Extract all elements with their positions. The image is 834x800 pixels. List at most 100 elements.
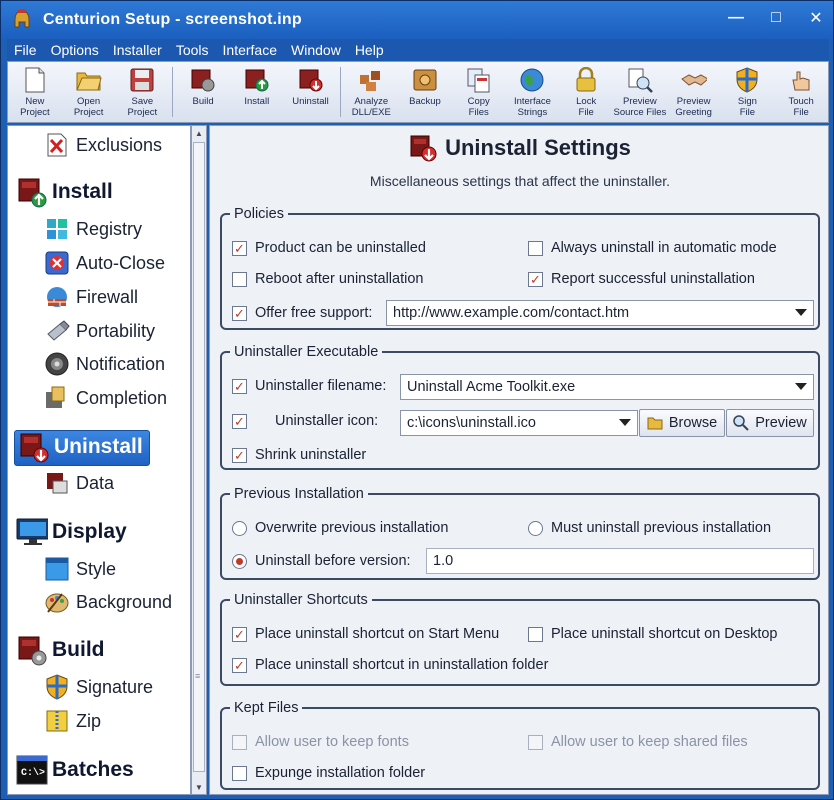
minimize-button[interactable]: — xyxy=(727,9,745,27)
menu-help[interactable]: Help xyxy=(348,42,391,58)
uninstall-before-version-radio[interactable]: Uninstall before version: xyxy=(232,553,411,569)
sidebar-scrollbar[interactable]: ▲ ≡ ▼ xyxy=(191,125,207,795)
preview-source-files-button[interactable]: Preview Source Files xyxy=(613,62,667,122)
overwrite-previous-radio[interactable]: Overwrite previous installation xyxy=(232,520,448,536)
expunge-folder-checkbox[interactable]: Expunge installation folder xyxy=(232,765,425,781)
main-window: Centurion Setup - screenshot.inp — □ ✕ F… xyxy=(0,0,834,800)
preview-greeting-button[interactable]: Preview Greeting xyxy=(667,62,721,122)
maximize-button[interactable]: □ xyxy=(767,9,785,27)
menu-options[interactable]: Options xyxy=(44,42,106,58)
interface-strings-button[interactable]: Interface Strings xyxy=(506,62,560,122)
sidebar-item-data[interactable]: Data xyxy=(44,470,114,496)
scroll-up-arrow-icon[interactable]: ▲ xyxy=(192,126,206,140)
chevron-down-icon[interactable] xyxy=(619,419,631,426)
version-input[interactable]: 1.0 xyxy=(426,548,814,574)
sidebar-item-zip[interactable]: Zip xyxy=(44,708,101,734)
analyze-icon xyxy=(358,66,384,94)
sidebar-item-label: Uninstall xyxy=(54,435,143,458)
uninstaller-icon-checkbox[interactable]: ✓ Uninstaller icon: xyxy=(232,413,378,429)
menu-file[interactable]: File xyxy=(7,42,44,58)
uninstall-icon xyxy=(298,66,324,94)
signature-shield-icon xyxy=(44,674,70,700)
completion-icon xyxy=(44,385,70,411)
style-icon xyxy=(44,556,70,582)
offer-free-support-checkbox[interactable]: ✓ Offer free support: xyxy=(232,305,372,321)
sidebar-item-exclusions[interactable]: Exclusions xyxy=(44,132,162,158)
checkbox-unchecked-icon xyxy=(528,626,543,642)
menu-tools[interactable]: Tools xyxy=(169,42,216,58)
previous-installation-group: Previous Installation Overwrite previous… xyxy=(220,486,820,580)
sidebar-item-uninstall[interactable]: Uninstall xyxy=(18,431,143,463)
sidebar-item-notification[interactable]: Notification xyxy=(44,351,165,377)
backup-safe-icon xyxy=(412,66,438,94)
checkbox-label: Expunge installation folder xyxy=(255,765,426,781)
touch-file-button[interactable]: Touch File xyxy=(774,62,828,122)
sidebar-item-style[interactable]: Style xyxy=(44,556,116,582)
sidebar-item-background[interactable]: Background xyxy=(44,589,172,615)
uninstaller-filename-checkbox[interactable]: ✓ Uninstaller filename: xyxy=(232,378,386,394)
scroll-down-arrow-icon[interactable]: ▼ xyxy=(192,780,206,794)
sidebar-item-completion[interactable]: Completion xyxy=(44,385,167,411)
checkbox-checked-icon: ✓ xyxy=(232,626,247,642)
sidebar-item-auto-close[interactable]: Auto-Close xyxy=(44,250,165,276)
copy-files-button[interactable]: Copy Files xyxy=(452,62,506,122)
zip-icon xyxy=(44,708,70,734)
menu-window[interactable]: Window xyxy=(284,42,348,58)
chevron-down-icon[interactable] xyxy=(795,383,807,390)
keep-fonts-checkbox[interactable]: Allow user to keep fonts xyxy=(232,734,409,750)
product-uninstallable-checkbox[interactable]: ✓ Product can be uninstalled xyxy=(232,240,426,256)
sidebar-item-firewall[interactable]: Firewall xyxy=(44,284,138,310)
sidebar-item-build[interactable]: Build xyxy=(16,634,105,666)
support-url-combo[interactable]: http://www.example.com/contact.htm xyxy=(386,300,814,326)
splitter-grip-icon[interactable]: ≡ xyxy=(195,671,203,681)
analyze-button[interactable]: Analyze DLL/EXE xyxy=(344,62,398,122)
new-project-button[interactable]: New Project xyxy=(8,62,62,122)
shortcut-folder-checkbox[interactable]: ✓ Place uninstall shortcut in uninstalla… xyxy=(232,657,548,673)
reboot-after-checkbox[interactable]: Reboot after uninstallation xyxy=(232,271,423,287)
chevron-down-icon[interactable] xyxy=(795,309,807,316)
always-uninstall-automatic-checkbox[interactable]: Always uninstall in automatic mode xyxy=(528,240,777,256)
lock-file-button[interactable]: Lock File xyxy=(559,62,613,122)
sign-file-button[interactable]: Sign File xyxy=(721,62,775,122)
sidebar-item-registry[interactable]: Registry xyxy=(44,216,142,242)
uninstaller-filename-combo[interactable]: Uninstall Acme Toolkit.exe xyxy=(400,374,814,400)
must-uninstall-previous-radio[interactable]: Must uninstall previous installation xyxy=(528,520,771,536)
uninstaller-icon-combo[interactable]: c:\icons\uninstall.ico xyxy=(400,410,638,436)
build-gear-icon xyxy=(190,66,216,94)
shortcut-start-menu-checkbox[interactable]: ✓ Place uninstall shortcut on Start Menu xyxy=(232,626,499,642)
sidebar-item-install[interactable]: Install xyxy=(16,176,113,208)
checkbox-checked-icon: ✓ xyxy=(232,305,247,321)
monitor-icon xyxy=(16,516,48,548)
sidebar-item-display[interactable]: Display xyxy=(16,516,127,548)
backup-button[interactable]: Backup xyxy=(398,62,452,122)
policies-group: Policies ✓ Product can be uninstalled Al… xyxy=(220,206,820,330)
menu-installer[interactable]: Installer xyxy=(106,42,169,58)
report-success-checkbox[interactable]: ✓ Report successful uninstallation xyxy=(528,271,755,287)
keep-shared-files-checkbox[interactable]: Allow user to keep shared files xyxy=(528,734,748,750)
build-button[interactable]: Build xyxy=(176,62,230,122)
sidebar-item-label: Firewall xyxy=(76,286,139,307)
browse-button[interactable]: Browse xyxy=(639,409,725,437)
preview-button[interactable]: Preview xyxy=(726,409,814,437)
sign-file-label: Sign File xyxy=(737,96,757,118)
menu-interface[interactable]: Interface xyxy=(216,42,284,58)
shrink-uninstaller-checkbox[interactable]: ✓ Shrink uninstaller xyxy=(232,447,366,463)
uninstall-toolbar-button[interactable]: Uninstall xyxy=(284,62,338,122)
open-project-button[interactable]: Open Project xyxy=(62,62,116,122)
version-value: 1.0 xyxy=(433,553,454,569)
save-project-button[interactable]: Save Project xyxy=(115,62,169,122)
checkbox-label: Uninstaller filename: xyxy=(255,378,387,394)
close-button[interactable]: ✕ xyxy=(807,9,825,27)
sidebar-item-signature[interactable]: Signature xyxy=(44,674,153,700)
shortcut-desktop-checkbox[interactable]: Place uninstall shortcut on Desktop xyxy=(528,626,778,642)
sidebar-item-label: Signature xyxy=(76,676,154,697)
sidebar-item-batches[interactable]: C:\> Batches xyxy=(16,754,134,786)
title-bar[interactable]: Centurion Setup - screenshot.inp — □ ✕ xyxy=(1,1,833,39)
uninstaller-shortcuts-group: Uninstaller Shortcuts ✓ Place uninstall … xyxy=(220,592,820,686)
sidebar-item-portability[interactable]: Portability xyxy=(44,318,155,344)
install-button[interactable]: Install xyxy=(230,62,284,122)
checkbox-label: Uninstaller icon: xyxy=(275,413,379,429)
checkbox-label: Offer free support: xyxy=(255,305,373,321)
preview-files-icon xyxy=(627,66,653,94)
auto-close-icon xyxy=(44,250,70,276)
